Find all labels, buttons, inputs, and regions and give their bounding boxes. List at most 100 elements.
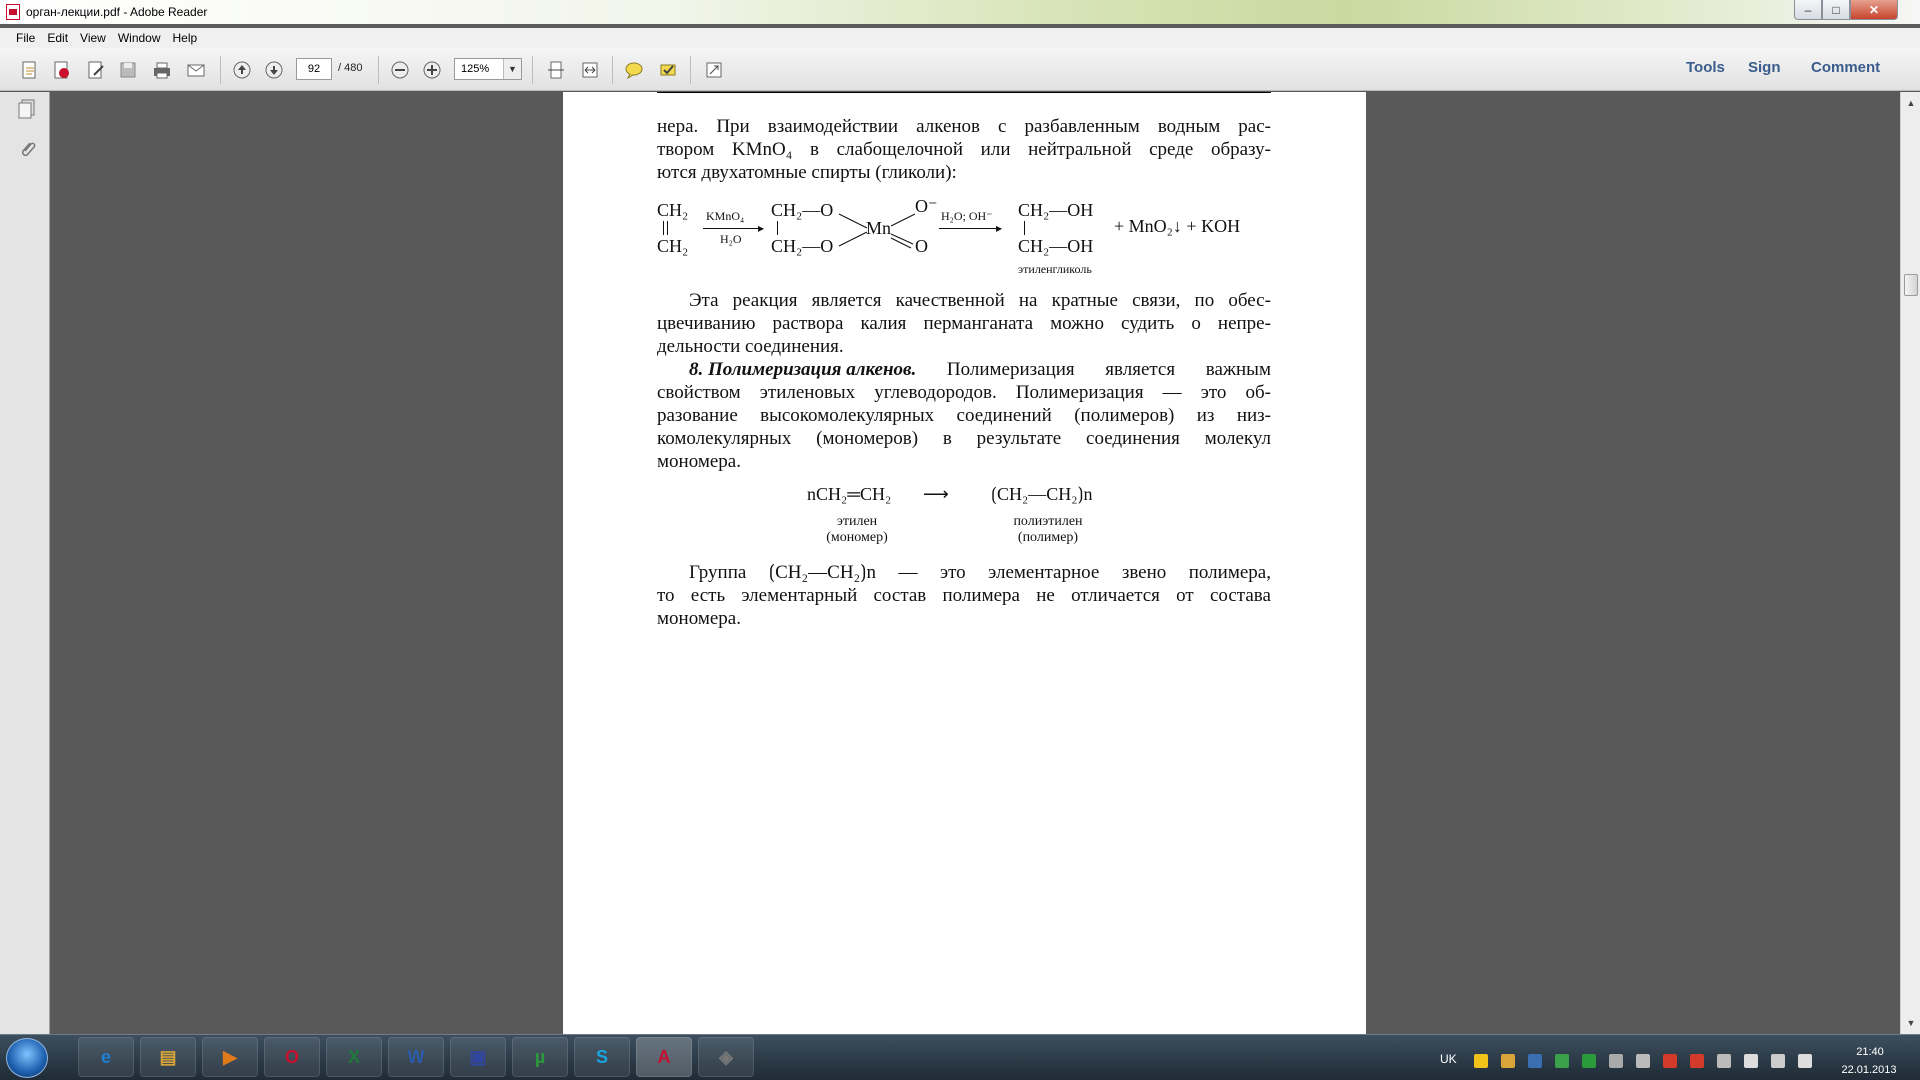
open-icon[interactable] <box>18 58 42 82</box>
word: разбавленным <box>1024 116 1140 137</box>
volume-icon[interactable] <box>1798 1054 1812 1068</box>
word: перманганата <box>923 313 1034 334</box>
email-icon[interactable] <box>184 58 208 82</box>
save-disk-icon[interactable]: ▣ <box>450 1037 506 1077</box>
tools-button[interactable]: Tools <box>1686 59 1725 76</box>
maximize-button[interactable]: □ <box>1822 0 1850 20</box>
clock-date[interactable]: 22.01.2013 <box>1836 1064 1902 1076</box>
save-icon[interactable] <box>116 58 140 82</box>
menu-edit[interactable]: Edit <box>47 31 68 45</box>
scroll-up-icon[interactable]: ▲ <box>1904 96 1918 110</box>
menu-window[interactable]: Window <box>118 31 161 45</box>
sign-button[interactable]: Sign <box>1748 59 1781 76</box>
word: результате <box>976 428 1062 449</box>
monitor-icon[interactable] <box>1771 1054 1785 1068</box>
print-icon[interactable] <box>150 58 174 82</box>
word: высокомолекулярных <box>760 405 935 426</box>
product-bottom: CH₂—OH <box>1018 236 1094 256</box>
minimize-button[interactable]: – <box>1794 0 1822 20</box>
word: раствора <box>772 313 844 334</box>
norton-icon[interactable] <box>1474 1054 1488 1068</box>
word: разование <box>657 405 738 426</box>
read-mode-icon[interactable] <box>702 58 726 82</box>
word: отличается <box>1071 585 1160 606</box>
utorrent-tray-icon[interactable] <box>1582 1054 1596 1068</box>
edit-icon[interactable] <box>84 58 108 82</box>
scroll-down-icon[interactable]: ▼ <box>1904 1016 1918 1030</box>
display-tray-icon[interactable] <box>1609 1054 1623 1068</box>
window-title: орган-лекции.pdf - Adobe Reader <box>26 5 208 19</box>
reagent-kmno4: KMnO₄ <box>706 209 745 223</box>
utorrent-icon[interactable]: µ <box>512 1037 568 1077</box>
zoom-select[interactable]: 125% ▼ <box>454 58 522 80</box>
adobe-reader-icon[interactable]: A <box>636 1037 692 1077</box>
vk-icon[interactable] <box>1528 1054 1542 1068</box>
clock-time[interactable]: 21:40 <box>1848 1046 1892 1058</box>
page-total: / 480 <box>338 62 363 74</box>
chevron-down-icon[interactable]: ▼ <box>503 59 521 79</box>
word: Полимеризация <box>946 359 1075 380</box>
text-line: то есть элементарный состав полимера не отлича… <box>657 585 1271 607</box>
word: — <box>1162 382 1182 403</box>
word: это <box>1200 382 1227 403</box>
word: от <box>1176 585 1194 606</box>
network-tray-icon[interactable] <box>1555 1054 1569 1068</box>
word-icon[interactable]: W <box>388 1037 444 1077</box>
opera-icon[interactable]: O <box>264 1037 320 1077</box>
menu-file[interactable]: File <box>16 31 35 45</box>
menu-view[interactable]: View <box>80 31 106 45</box>
sync-tray-icon[interactable] <box>1717 1054 1731 1068</box>
scroll-thumb[interactable] <box>1904 274 1918 296</box>
explorer-icon[interactable]: ▤ <box>140 1037 196 1077</box>
lang-tray-icon[interactable] <box>1636 1054 1650 1068</box>
zoom-in-icon[interactable] <box>420 58 444 82</box>
vertical-scrollbar[interactable]: ▲ ▼ <box>1900 92 1920 1034</box>
create-pdf-icon[interactable] <box>50 58 74 82</box>
word: твором <box>657 139 715 160</box>
pages-icon[interactable] <box>17 98 37 120</box>
reaction-arrow <box>703 228 763 229</box>
intermediate-top: CH₂—O <box>771 200 834 220</box>
fit-width-icon[interactable] <box>578 58 602 82</box>
toolbar-separator <box>220 56 221 84</box>
fit-page-icon[interactable] <box>544 58 568 82</box>
word: (мономеров) <box>816 428 919 449</box>
language-indicator[interactable]: UK <box>1440 1052 1457 1066</box>
antivirus-tray-icon[interactable] <box>1663 1054 1677 1068</box>
page-up-icon[interactable] <box>230 58 254 82</box>
mn-bonds <box>838 213 916 249</box>
word: связи, <box>1132 290 1181 311</box>
folder-tray-icon[interactable] <box>1501 1054 1515 1068</box>
word: элементарное <box>988 562 1100 583</box>
start-button[interactable] <box>6 1038 48 1078</box>
word: свойством <box>657 382 741 403</box>
page-number-input[interactable]: 92 <box>296 58 332 80</box>
text-line: разование высокомолекулярных соединений (по… <box>657 405 1271 427</box>
page-down-icon[interactable] <box>262 58 286 82</box>
comment-icon[interactable] <box>622 58 646 82</box>
drive-icon[interactable]: ◈ <box>698 1037 754 1077</box>
media-player-icon[interactable]: ▶ <box>202 1037 258 1077</box>
word: об- <box>1245 382 1271 403</box>
flag-icon[interactable] <box>1744 1054 1758 1068</box>
toolbar-separator <box>532 56 533 84</box>
attachments-icon[interactable] <box>17 138 37 160</box>
security-tray-icon[interactable] <box>1690 1054 1704 1068</box>
skype-icon[interactable]: S <box>574 1037 630 1077</box>
menu-help[interactable]: Help <box>173 31 198 45</box>
zoom-out-icon[interactable] <box>388 58 412 82</box>
word: по <box>1194 290 1215 311</box>
text-line: нера. При взаимодействии алкенов с разбавленн… <box>657 116 1271 138</box>
excel-icon[interactable]: X <box>326 1037 382 1077</box>
highlight-icon[interactable] <box>656 58 680 82</box>
word: полимера <box>942 585 1020 606</box>
close-button[interactable]: ✕ <box>1850 0 1898 20</box>
word: не <box>1036 585 1055 606</box>
text-line-heading: 8. Полимеризация алкенов. Полимеризация я… <box>657 359 1271 381</box>
word: При <box>716 116 750 137</box>
word: взаимодействии <box>767 116 899 137</box>
ie-icon[interactable]: e <box>78 1037 134 1077</box>
word: Полимеризация <box>1015 382 1144 403</box>
comment-button[interactable]: Comment <box>1811 59 1880 76</box>
word: алкенов <box>916 116 981 137</box>
